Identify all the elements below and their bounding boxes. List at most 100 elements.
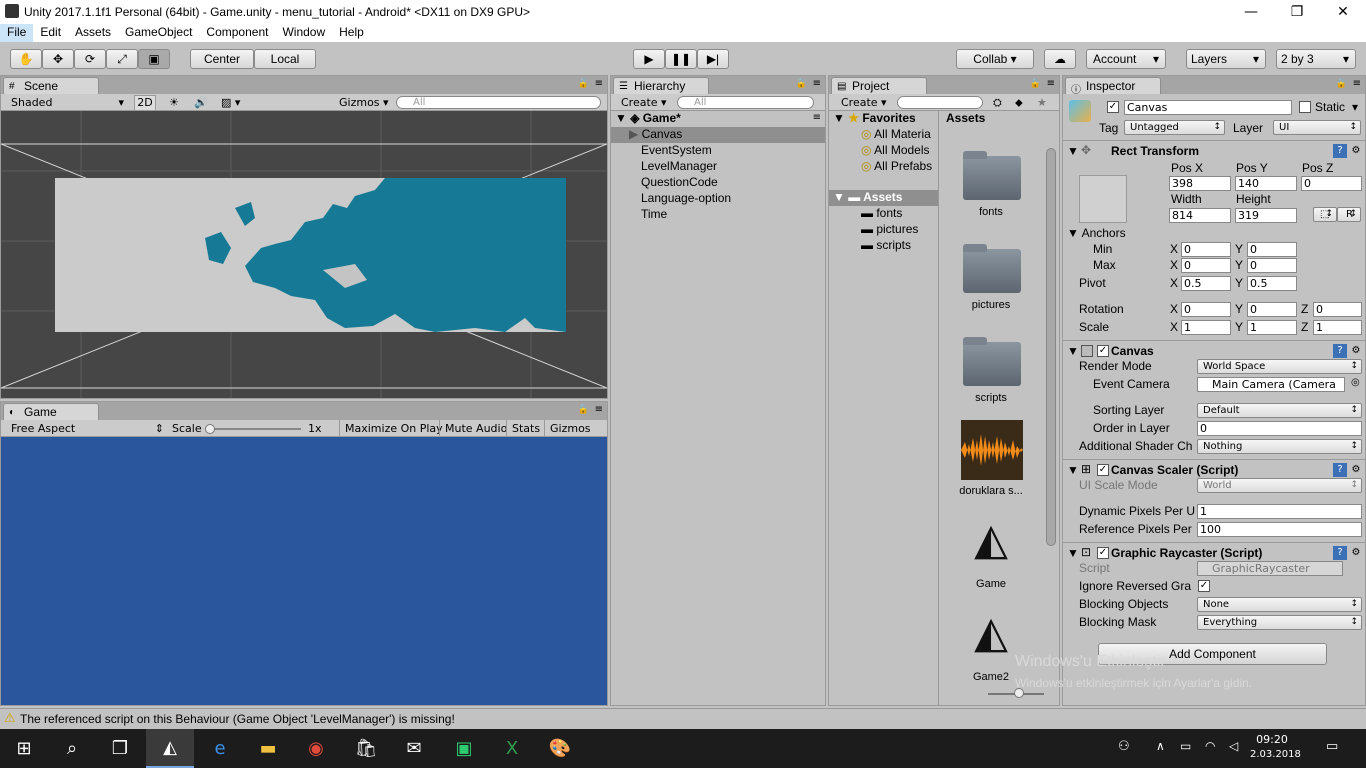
anchor-max-y-field[interactable]: 0: [1247, 258, 1297, 273]
menu-assets[interactable]: Assets: [68, 24, 118, 42]
pycharm-icon[interactable]: ▣: [440, 729, 488, 768]
scene-view[interactable]: [1, 111, 607, 398]
people-icon[interactable]: ⚇: [1118, 739, 1130, 754]
canvas-scaler-header[interactable]: ▼ ⊞ ✓ Canvas Scaler (Script) ? ⚙: [1063, 459, 1365, 479]
maximize-on-play-toggle[interactable]: Maximize On Play: [339, 420, 448, 437]
menu-gameobject[interactable]: GameObject: [118, 24, 199, 42]
pivot-center-button[interactable]: Center: [190, 49, 254, 69]
scale-slider-thumb[interactable]: [205, 424, 215, 434]
audio-icon[interactable]: 🔊: [194, 94, 208, 111]
render-mode-dropdown[interactable]: World Space: [1197, 359, 1362, 374]
height-field[interactable]: 319: [1235, 208, 1297, 223]
collapse-icon[interactable]: ▼: [1067, 546, 1079, 560]
scale-slider[interactable]: [206, 428, 301, 430]
tab-inspector[interactable]: ⓘ Inspector: [1065, 77, 1161, 96]
raw-edit-button[interactable]: R: [1337, 207, 1361, 222]
panel-menu-icon[interactable]: ≡: [595, 78, 603, 89]
rotation-x-field[interactable]: 0: [1181, 302, 1231, 317]
tab-project[interactable]: ▤ Project: [831, 77, 927, 94]
hierarchy-item-time[interactable]: Time: [611, 207, 667, 221]
collapse-icon[interactable]: ▼: [1067, 463, 1079, 477]
panel-menu-icon[interactable]: ≡: [1353, 78, 1361, 89]
posz-field[interactable]: 0: [1301, 176, 1362, 191]
rect-tool-icon[interactable]: ▣: [138, 49, 170, 69]
collab-button[interactable]: Collab ▾: [956, 49, 1034, 69]
lock-icon[interactable]: 🔒: [1336, 79, 1347, 89]
layout-dropdown[interactable]: 2 by 3 ▾: [1276, 49, 1356, 69]
reference-pixels-field[interactable]: 100: [1197, 522, 1362, 537]
width-field[interactable]: 814: [1169, 208, 1231, 223]
menu-file[interactable]: File: [0, 24, 34, 42]
fav-item-materials[interactable]: ◎ All Materia: [861, 127, 931, 141]
layer-dropdown[interactable]: UI: [1273, 120, 1361, 135]
scene-menu-icon[interactable]: ≡: [813, 112, 821, 123]
hierarchy-item-eventsystem[interactable]: EventSystem: [611, 143, 712, 157]
scale-x-field[interactable]: 1: [1181, 320, 1231, 335]
lock-icon[interactable]: 🔒: [578, 79, 589, 89]
settings-gear-icon[interactable]: ⚙: [1349, 144, 1363, 158]
canvas-enabled-checkbox[interactable]: ✓: [1097, 345, 1109, 357]
folder-icon[interactable]: [963, 151, 1021, 200]
folder-icon[interactable]: [963, 337, 1021, 386]
lock-icon[interactable]: 🔒: [796, 79, 807, 89]
menu-component[interactable]: Component: [199, 24, 275, 42]
tab-game[interactable]: ◐ Game: [3, 403, 99, 420]
help-icon[interactable]: ?: [1333, 546, 1347, 560]
settings-gear-icon[interactable]: ⚙: [1349, 546, 1363, 560]
folder-icon[interactable]: [963, 244, 1021, 293]
menu-window[interactable]: Window: [275, 24, 332, 42]
assets-scrollbar[interactable]: [1046, 148, 1056, 546]
stats-toggle[interactable]: Stats: [506, 420, 545, 437]
anchor-min-x-field[interactable]: 0: [1181, 242, 1231, 257]
scale-z-field[interactable]: 1: [1313, 320, 1362, 335]
assets-folder-item[interactable]: ▼ ▬ Assets: [829, 190, 938, 206]
mail-icon[interactable]: ✉: [390, 729, 438, 768]
tab-hierarchy[interactable]: ☰ Hierarchy: [613, 77, 709, 94]
pause-icon[interactable]: ❚❚: [665, 49, 697, 69]
maximize-button[interactable]: ❐: [1274, 0, 1320, 24]
rect-transform-header[interactable]: ▼ ✥ Rect Transform ? ⚙: [1063, 140, 1365, 160]
minimize-button[interactable]: —: [1228, 0, 1274, 24]
volume-icon[interactable]: ◁: [1229, 739, 1238, 753]
rotation-y-field[interactable]: 0: [1247, 302, 1297, 317]
help-icon[interactable]: ?: [1333, 344, 1347, 358]
hierarchy-item-levelmanager[interactable]: LevelManager: [611, 159, 717, 173]
paint-icon[interactable]: 🎨: [536, 729, 584, 768]
tree-folder-pictures[interactable]: ▬ pictures: [861, 222, 918, 236]
anchor-max-x-field[interactable]: 0: [1181, 258, 1231, 273]
panel-menu-icon[interactable]: ≡: [595, 404, 603, 415]
graphic-raycaster-header[interactable]: ▼ ⊡ ✓ Graphic Raycaster (Script) ? ⚙: [1063, 542, 1365, 562]
ignore-reversed-checkbox[interactable]: ✓: [1198, 580, 1210, 592]
mute-audio-toggle[interactable]: Mute Audio: [439, 420, 512, 437]
event-camera-field[interactable]: Main Camera (Camera: [1197, 377, 1345, 392]
edge-icon[interactable]: e: [196, 729, 244, 768]
collapse-icon[interactable]: ▼: [1067, 344, 1079, 358]
unity-scene-icon[interactable]: ◭: [962, 604, 1020, 662]
project-search-input[interactable]: [897, 96, 983, 109]
posx-field[interactable]: 398: [1169, 176, 1231, 191]
fav-item-models[interactable]: ◎ All Models: [861, 143, 930, 157]
active-checkbox[interactable]: ✓: [1107, 101, 1119, 113]
static-dropdown-icon[interactable]: ▾: [1352, 100, 1358, 114]
sorting-layer-dropdown[interactable]: Default: [1197, 403, 1362, 418]
hierarchy-search-input[interactable]: All: [677, 96, 814, 109]
store-icon[interactable]: 🛍: [342, 729, 390, 768]
play-icon[interactable]: ▶: [633, 49, 665, 69]
favorite-star-icon[interactable]: ★: [1037, 94, 1047, 111]
pivot-y-field[interactable]: 0.5: [1247, 276, 1297, 291]
additional-shader-dropdown[interactable]: Nothing: [1197, 439, 1362, 454]
pivot-x-field[interactable]: 0.5: [1181, 276, 1231, 291]
audio-clip-icon[interactable]: [961, 420, 1023, 480]
game-gizmos-dropdown[interactable]: Gizmos: [544, 420, 596, 437]
search-icon[interactable]: ⌕: [48, 729, 96, 768]
hierarchy-item-language-option[interactable]: Language-option: [611, 191, 731, 205]
pivot-local-button[interactable]: Local: [254, 49, 316, 69]
static-checkbox[interactable]: [1299, 101, 1311, 113]
hierarchy-item-canvas[interactable]: ▶ Canvas: [611, 127, 825, 143]
shading-dropdown[interactable]: Shaded ▾: [11, 94, 126, 111]
filter-type-icon[interactable]: ⛭: [993, 94, 1002, 111]
lock-icon[interactable]: 🔒: [1030, 79, 1041, 89]
project-create-button[interactable]: Create ▾: [841, 94, 887, 111]
help-icon[interactable]: ?: [1333, 144, 1347, 158]
file-explorer-icon[interactable]: ▬: [244, 729, 292, 768]
